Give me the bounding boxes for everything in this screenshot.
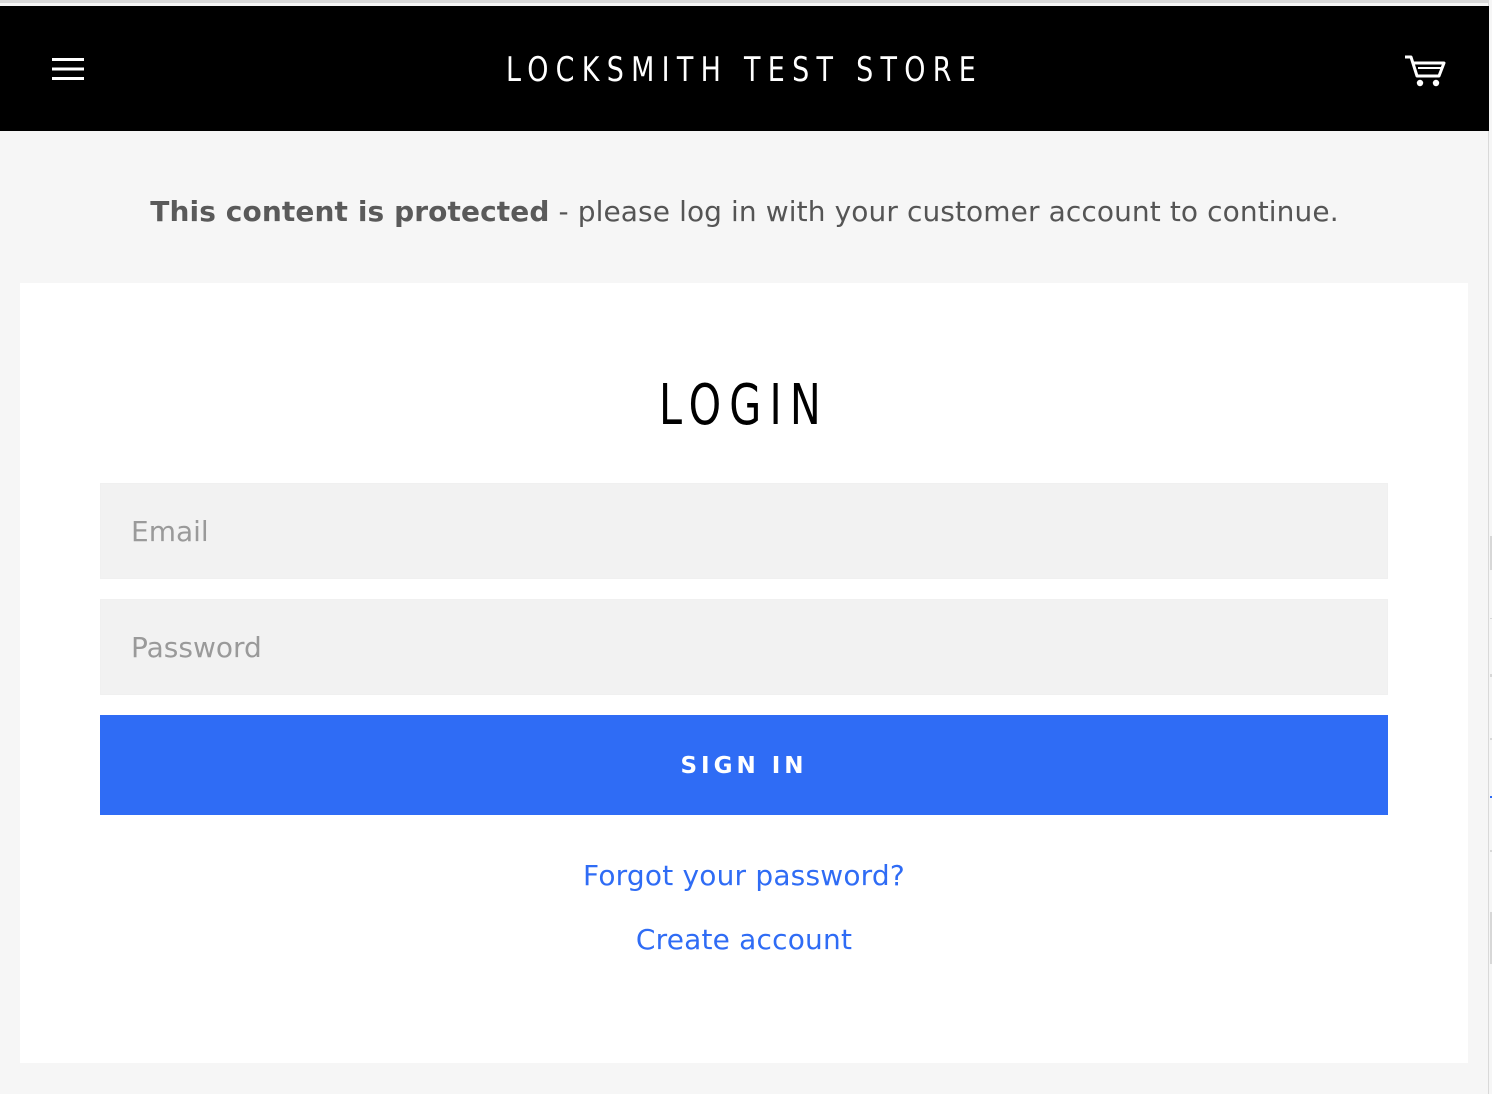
hamburger-icon [52, 58, 84, 80]
login-title: LOGIN [659, 373, 829, 438]
protected-content-message: This content is protected - please log i… [0, 193, 1489, 231]
password-input[interactable] [100, 599, 1388, 695]
protected-message-text: - please log in with your customer accou… [549, 195, 1339, 228]
protected-message-bold: This content is protected [150, 195, 550, 228]
store-title[interactable]: LOCKSMITH TEST STORE [89, 50, 1399, 90]
create-account-link[interactable]: Create account [20, 921, 1468, 959]
sign-in-button[interactable]: SIGN IN [100, 715, 1388, 815]
cart-button[interactable] [1403, 54, 1447, 88]
cart-icon [1405, 55, 1446, 87]
forgot-password-link[interactable]: Forgot your password? [20, 857, 1468, 895]
email-input[interactable] [100, 483, 1388, 579]
site-header: LOCKSMITH TEST STORE [0, 6, 1489, 131]
hamburger-menu-icon[interactable] [52, 58, 84, 80]
login-card: LOGIN SIGN IN Forgot your password? Crea… [20, 283, 1468, 1063]
page-frame: LOCKSMITH TEST STORE This content is pro… [0, 0, 1489, 1094]
